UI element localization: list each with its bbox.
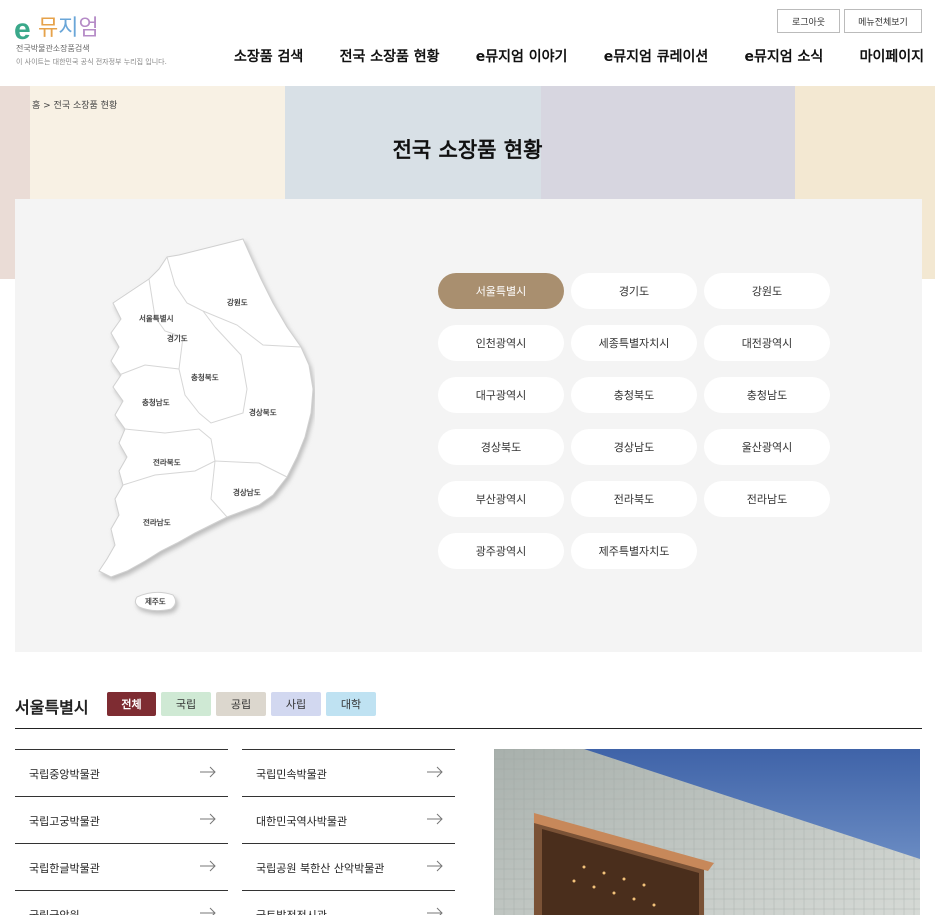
section-title: 서울특별시 [15,698,89,717]
breadcrumb: 홈 > 전국 소장품 현황 [32,101,118,111]
list-item[interactable]: 대한민국역사박물관 [242,796,455,843]
list-item[interactable]: 국립민속박물관 [242,749,455,796]
list-item[interactable]: 국립한글박물관 [15,843,228,890]
map-label-gangwon: 강원도 [227,297,248,307]
museum-name: 대한민국역사박물관 [256,815,348,828]
region-busan-button[interactable]: 부산광역시 [438,481,564,517]
filter-private-tab[interactable]: 사립 [271,692,321,716]
logo-mark: e [14,13,31,46]
arrow-right-icon [200,813,216,825]
filter-all-tab[interactable]: 전체 [107,692,156,716]
main-navigation: 소장품 검색 전국 소장품 현황 e뮤지엄 이야기 e뮤지엄 큐레이션 e뮤지엄… [234,46,924,66]
map-label-jeonnam: 전라남도 [143,517,171,527]
museum-photo[interactable] [494,749,920,915]
museum-name: 국립공원 북한산 산악박물관 [256,862,385,875]
utility-menu: 로그아웃 메뉴전체보기 [777,9,922,33]
arrow-right-icon [427,766,443,778]
museum-building-image [494,749,920,915]
region-ulsan-button[interactable]: 울산광역시 [704,429,830,465]
region-chungbuk-button[interactable]: 충청북도 [571,377,697,413]
nav-national-status[interactable]: 전국 소장품 현황 [340,46,440,66]
page-title: 전국 소장품 현황 [392,138,543,162]
map-label-chungbuk: 충청북도 [191,372,219,382]
arrow-right-icon [427,860,443,872]
list-item[interactable]: 국립극악원 [15,890,228,915]
type-filter-tabs: 전체 국립 공립 사립 대학 [107,692,376,716]
region-gyeongnam-button[interactable]: 경상남도 [571,429,697,465]
region-gangwon-button[interactable]: 강원도 [704,273,830,309]
map-mainland [98,238,314,578]
map-label-gyeongbuk: 경상북도 [249,407,277,417]
list-item[interactable]: 국립고궁박물관 [15,796,228,843]
museum-name: 국토발전전시관 [256,907,327,915]
logo-subtitle: 전국박물관소장품검색 [16,44,90,53]
site-logo[interactable]: e 뮤지엄 전국박물관소장품검색 이 사이트는 대한민국 공식 전자정부 누리집… [14,14,214,74]
map-label-seoul: 서울특별시 [139,313,174,323]
arrow-right-icon [427,907,443,915]
region-jeonnam-button[interactable]: 전라남도 [704,481,830,517]
region-incheon-button[interactable]: 인천광역시 [438,325,564,361]
list-item[interactable]: 국립공원 북한산 산악박물관 [242,843,455,890]
region-jeju-button[interactable]: 제주특별자치도 [571,533,697,569]
arrow-right-icon [200,860,216,872]
museum-name: 국립민속박물관 [256,768,327,781]
map-label-gyeonggi: 경기도 [167,333,188,343]
region-daejeon-button[interactable]: 대전광역시 [704,325,830,361]
nav-collection-search[interactable]: 소장품 검색 [234,46,303,66]
list-item[interactable]: 국립중앙박물관 [15,749,228,796]
site-header: e 뮤지엄 전국박물관소장품검색 이 사이트는 대한민국 공식 전자정부 누리집… [0,0,935,86]
map-label-jeonbuk: 전라북도 [153,457,181,467]
region-jeonbuk-button[interactable]: 전라북도 [571,481,697,517]
region-gwangju-button[interactable]: 광주광역시 [438,533,564,569]
region-seoul-button[interactable]: 서울특별시 [438,273,564,309]
region-daegu-button[interactable]: 대구광역시 [438,377,564,413]
region-chungnam-button[interactable]: 충청남도 [704,377,830,413]
map-label-jeju: 제주도 [145,596,166,606]
logout-button[interactable]: 로그아웃 [777,9,840,33]
filter-national-tab[interactable]: 국립 [161,692,211,716]
filter-university-tab[interactable]: 대학 [326,692,376,716]
map-label-chungnam: 충청남도 [142,397,170,407]
museum-name: 국립중앙박물관 [29,768,100,781]
museum-list: 국립중앙박물관 국립민속박물관 국립고궁박물관 대한민국역사박물관 국립한글박물… [15,749,455,915]
region-panel: 강원도 서울특별시 경기도 충청북도 충청남도 경상북도 전라북도 경상남도 전… [15,199,922,652]
all-menu-button[interactable]: 메뉴전체보기 [844,9,922,33]
gov-site-note: 이 사이트는 대한민국 공식 전자정부 누리집 입니다. [16,58,167,66]
museum-name: 국립고궁박물관 [29,815,100,828]
nav-story[interactable]: e뮤지엄 이야기 [476,46,568,66]
museum-name: 국립한글박물관 [29,862,100,875]
korea-map[interactable]: 강원도 서울특별시 경기도 충청북도 충청남도 경상북도 전라북도 경상남도 전… [15,199,315,629]
region-gyeongbuk-button[interactable]: 경상북도 [438,429,564,465]
region-sejong-button[interactable]: 세종특별자치시 [571,325,697,361]
nav-curation[interactable]: e뮤지엄 큐레이션 [604,46,709,66]
nav-news[interactable]: e뮤지엄 소식 [745,46,824,66]
region-gyeonggi-button[interactable]: 경기도 [571,273,697,309]
region-button-grid: 서울특별시 경기도 강원도 인천광역시 세종특별자치시 대전광역시 대구광역시 … [438,273,830,569]
museum-name: 국립극악원 [29,907,80,915]
list-item[interactable]: 국토발전전시관 [242,890,455,915]
arrow-right-icon [200,907,216,915]
logo-word: 뮤지엄 [38,16,99,41]
arrow-right-icon [427,813,443,825]
arrow-right-icon [200,766,216,778]
filter-public-tab[interactable]: 공립 [216,692,266,716]
map-label-gyeongnam: 경상남도 [233,487,261,497]
museum-section-header: 서울특별시 전체 국립 공립 사립 대학 [15,690,922,729]
nav-mypage[interactable]: 마이페이지 [860,46,924,66]
